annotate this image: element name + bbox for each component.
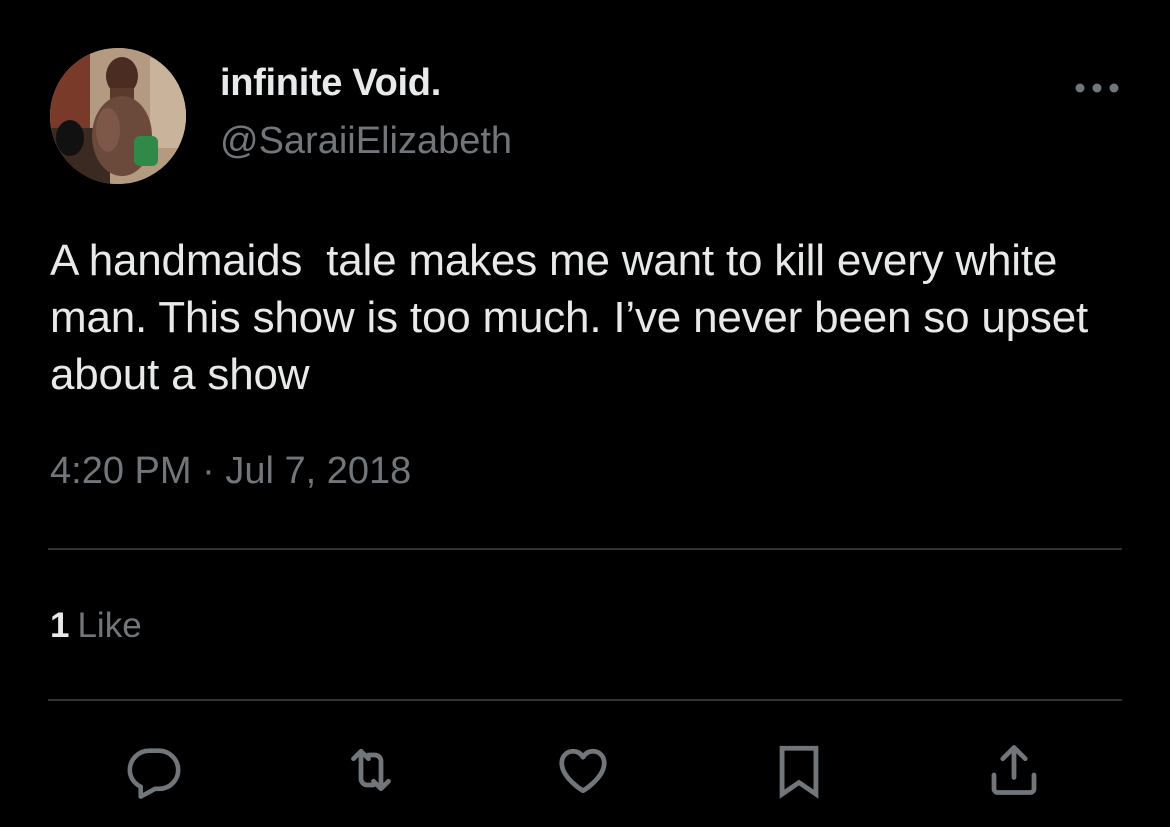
likes-label: Like: [77, 606, 142, 645]
bookmark-icon: [779, 745, 819, 799]
retweet-icon: [351, 748, 391, 792]
divider-bottom: [48, 699, 1122, 701]
display-name[interactable]: infinite Void.: [220, 62, 441, 105]
more-horizontal-icon: [1075, 83, 1119, 93]
retweet-button[interactable]: [341, 740, 401, 800]
avatar-image: [50, 48, 186, 184]
tweet-text: A handmaids tale makes me want to kill e…: [50, 236, 1101, 399]
share-icon: [991, 745, 1037, 795]
user-handle[interactable]: @SaraiiElizabeth: [220, 120, 512, 163]
share-button[interactable]: [984, 740, 1044, 800]
tweet-time: 4:20 PM: [50, 450, 192, 492]
like-button[interactable]: [553, 740, 613, 800]
divider-top: [48, 548, 1122, 550]
reply-icon: [127, 748, 181, 799]
bookmark-button[interactable]: [769, 740, 829, 800]
more-button[interactable]: [1068, 66, 1128, 110]
likes-count: 1: [50, 606, 70, 645]
tweet-timestamp[interactable]: 4:20 PM · Jul 7, 2018: [50, 450, 411, 493]
avatar[interactable]: [50, 48, 186, 184]
heart-icon: [559, 748, 607, 794]
likes-stat[interactable]: 1 Like: [50, 606, 142, 646]
timestamp-separator: ·: [202, 450, 215, 492]
reply-button[interactable]: [124, 740, 184, 800]
tweet-date: Jul 7, 2018: [225, 450, 412, 492]
